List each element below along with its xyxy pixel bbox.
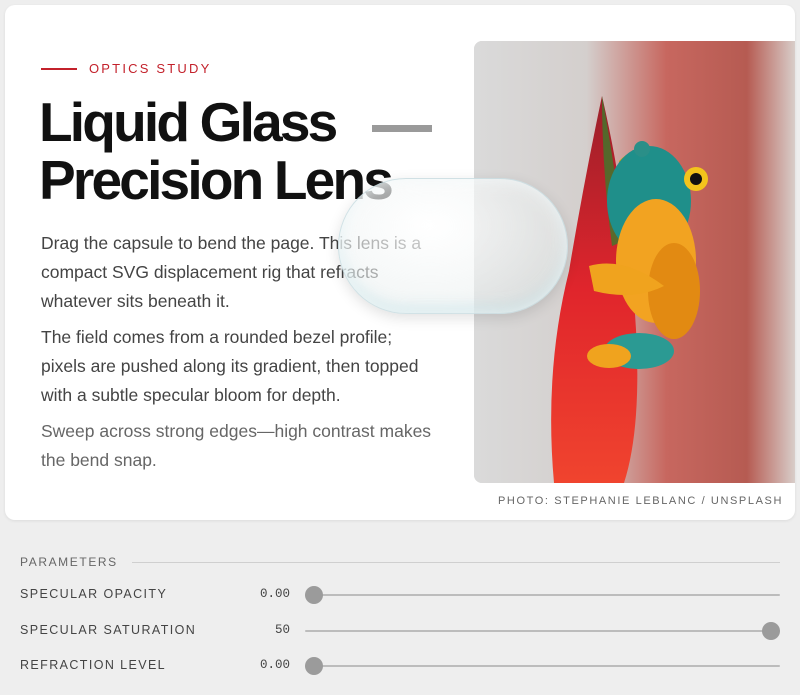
param-label: SPECULAR SATURATION (20, 622, 197, 637)
param-value: 0.00 (259, 587, 290, 601)
param-value: 0.00 (259, 658, 290, 672)
photo-caption: PHOTO: STEPHANIE LEBLANC / UNSPLASH (497, 495, 783, 507)
title-line-1: Liquid Glass (39, 91, 338, 153)
eyebrow-line (41, 67, 77, 70)
refraction-level-slider[interactable] (305, 657, 780, 675)
specular-opacity-slider[interactable] (305, 586, 780, 604)
detail-paragraph: The field comes from a rounded bezel pro… (41, 327, 419, 405)
eyebrow-text: OPTICS STUDY (89, 61, 212, 76)
specular-saturation-slider[interactable] (305, 621, 780, 640)
parameters-title: PARAMETERS (20, 555, 118, 569)
glass-lens-capsule[interactable] (338, 178, 568, 314)
slider-thumb[interactable] (305, 657, 323, 675)
parameters-divider (131, 561, 780, 563)
param-row-refraction-level: REFRACTION LEVEL 0.00 (20, 647, 780, 683)
parameters-panel: PARAMETERS SPECULAR OPACITY 0.00 SPECULA… (20, 548, 780, 683)
slider-thumb[interactable] (762, 621, 780, 640)
title-line-2: Precision Lens (39, 149, 394, 211)
eyebrow: OPTICS STUDY (41, 61, 211, 76)
hero-card: OPTICS STUDY Liquid Glass Precision Lens… (5, 5, 795, 520)
param-value: 50 (274, 622, 290, 637)
parameters-header: PARAMETERS (20, 548, 780, 576)
param-label: REFRACTION LEVEL (20, 658, 167, 672)
param-row-specular-saturation: SPECULAR SATURATION 50 (20, 612, 780, 648)
tip-paragraph: Sweep across strong edges—high contrast … (41, 421, 432, 470)
param-row-specular-opacity: SPECULAR OPACITY 0.00 (20, 576, 780, 612)
title-dash (372, 125, 432, 132)
param-label: SPECULAR OPACITY (20, 587, 168, 601)
slider-thumb[interactable] (305, 586, 323, 604)
page-title: Liquid Glass Precision Lens (39, 91, 394, 211)
